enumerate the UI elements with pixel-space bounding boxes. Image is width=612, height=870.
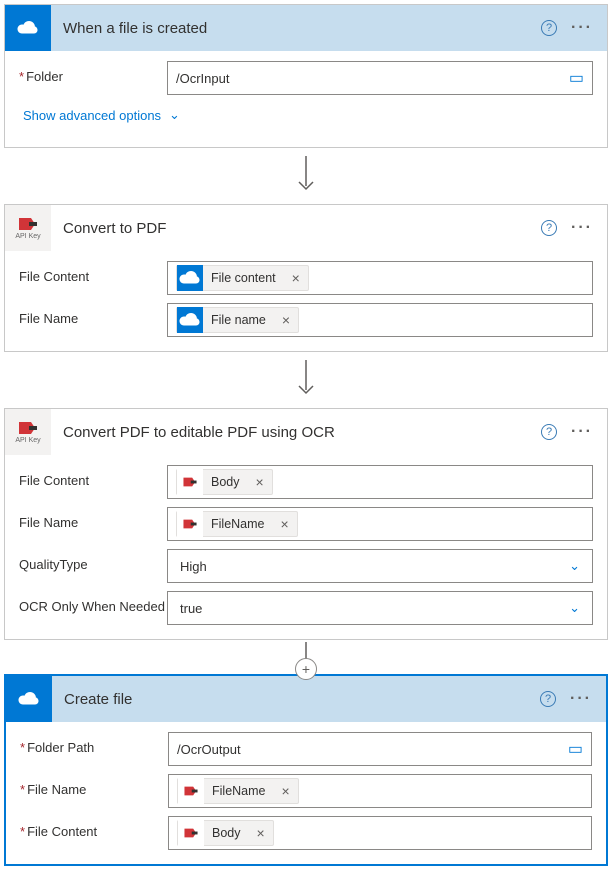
field-label: File Name — [19, 303, 167, 326]
add-step-button[interactable]: + — [295, 658, 317, 680]
field-label: *Folder Path — [20, 732, 168, 755]
token-label: Body — [203, 475, 248, 489]
apikey-icon: API Key — [5, 409, 51, 455]
token-remove-icon[interactable]: × — [249, 825, 273, 841]
field-label: *File Content — [20, 816, 168, 839]
apikey-icon — [177, 469, 203, 495]
dynamic-token[interactable]: FileName× — [177, 778, 299, 804]
token-remove-icon[interactable]: × — [248, 474, 272, 490]
more-icon[interactable]: ··· — [570, 690, 592, 708]
apikey-icon — [178, 820, 204, 846]
connector: + — [4, 640, 608, 674]
chevron-down-icon: ⌄ — [569, 600, 580, 616]
token-label: FileName — [203, 517, 273, 531]
field-row: QualityType High ⌄ — [19, 549, 593, 583]
select-value: High — [180, 559, 207, 574]
token-remove-icon[interactable]: × — [274, 312, 298, 328]
token-remove-icon[interactable]: × — [273, 516, 297, 532]
step-title: Create file — [52, 691, 540, 708]
field-row: File Name File name× — [19, 303, 593, 337]
field-label: File Content — [19, 465, 167, 488]
dynamic-token[interactable]: File name× — [176, 307, 299, 333]
card-header[interactable]: Create file? ··· — [6, 676, 606, 722]
card-header[interactable]: API KeyConvert PDF to editable PDF using… — [5, 409, 607, 455]
field-label: File Name — [19, 507, 167, 530]
token-label: Body — [204, 826, 249, 840]
folder-value: /OcrOutput — [177, 742, 568, 757]
dynamic-token[interactable]: FileName× — [176, 511, 298, 537]
help-icon[interactable]: ? — [540, 691, 556, 707]
token-input[interactable]: FileName× — [168, 774, 592, 808]
step-card-ocr: API KeyConvert PDF to editable PDF using… — [4, 408, 608, 640]
field-label: OCR Only When Needed — [19, 591, 167, 614]
more-icon[interactable]: ··· — [571, 19, 593, 37]
token-input[interactable]: File name× — [167, 303, 593, 337]
show-advanced-link[interactable]: Show advanced options⌄ — [23, 103, 180, 133]
apikey-icon: API Key — [5, 205, 51, 251]
select-input[interactable]: High ⌄ — [167, 549, 593, 583]
folder-input[interactable]: /OcrInput▭ — [167, 61, 593, 95]
connector-arrow — [4, 352, 608, 408]
folder-value: /OcrInput — [176, 71, 569, 86]
card-header[interactable]: API KeyConvert to PDF? ··· — [5, 205, 607, 251]
field-row: File Content File content× — [19, 261, 593, 295]
step-card-convert: API KeyConvert to PDF?···File ContentFil… — [4, 204, 608, 352]
apikey-icon — [177, 511, 203, 537]
onedrive-icon — [6, 676, 52, 722]
select-input[interactable]: true ⌄ — [167, 591, 593, 625]
field-row: File Content Body× — [19, 465, 593, 499]
field-row: *Folder/OcrInput▭ — [19, 61, 593, 95]
dynamic-token[interactable]: Body× — [176, 469, 273, 495]
field-label: File Content — [19, 261, 167, 284]
chevron-down-icon: ⌄ — [169, 107, 180, 123]
select-value: true — [180, 601, 202, 616]
onedrive-icon — [5, 5, 51, 51]
token-input[interactable]: Body× — [168, 816, 592, 850]
folder-input[interactable]: /OcrOutput▭ — [168, 732, 592, 766]
dynamic-token[interactable]: Body× — [177, 820, 274, 846]
field-row: *File Content Body× — [20, 816, 592, 850]
token-input[interactable]: File content× — [167, 261, 593, 295]
field-row: OCR Only When Needed true ⌄ — [19, 591, 593, 625]
more-icon[interactable]: ··· — [571, 423, 593, 441]
step-card-trigger: When a file is created? ··· *Folder/OcrInp… — [4, 4, 608, 148]
connector-arrow — [4, 148, 608, 204]
field-label: *Folder — [19, 61, 167, 84]
token-label: File name — [203, 313, 274, 327]
field-row: *Folder Path/OcrOutput▭ — [20, 732, 592, 766]
token-remove-icon[interactable]: × — [284, 270, 308, 286]
field-label: *File Name — [20, 774, 168, 797]
field-row: File Name FileName× — [19, 507, 593, 541]
token-input[interactable]: FileName× — [167, 507, 593, 541]
token-label: FileName — [204, 784, 274, 798]
folder-picker-icon[interactable]: ▭ — [569, 68, 584, 88]
step-card-createfile: Create file?···*Folder Path/OcrOutput▭*F… — [4, 674, 608, 866]
field-row: *File Name FileName× — [20, 774, 592, 808]
more-icon[interactable]: ··· — [571, 219, 593, 237]
onedrive-icon — [177, 265, 203, 291]
token-input[interactable]: Body× — [167, 465, 593, 499]
step-title: When a file is created — [51, 20, 541, 37]
help-icon[interactable]: ? — [541, 220, 557, 236]
help-icon[interactable]: ? — [541, 20, 557, 36]
card-header[interactable]: When a file is created? ··· — [5, 5, 607, 51]
dynamic-token[interactable]: File content× — [176, 265, 309, 291]
token-remove-icon[interactable]: × — [274, 783, 298, 799]
chevron-down-icon: ⌄ — [569, 558, 580, 574]
folder-picker-icon[interactable]: ▭ — [568, 739, 583, 759]
step-title: Convert to PDF — [51, 220, 541, 237]
token-label: File content — [203, 271, 284, 285]
step-title: Convert PDF to editable PDF using OCR — [51, 424, 541, 441]
help-icon[interactable]: ? — [541, 424, 557, 440]
onedrive-icon — [177, 307, 203, 333]
field-label: QualityType — [19, 549, 167, 572]
apikey-icon — [178, 778, 204, 804]
